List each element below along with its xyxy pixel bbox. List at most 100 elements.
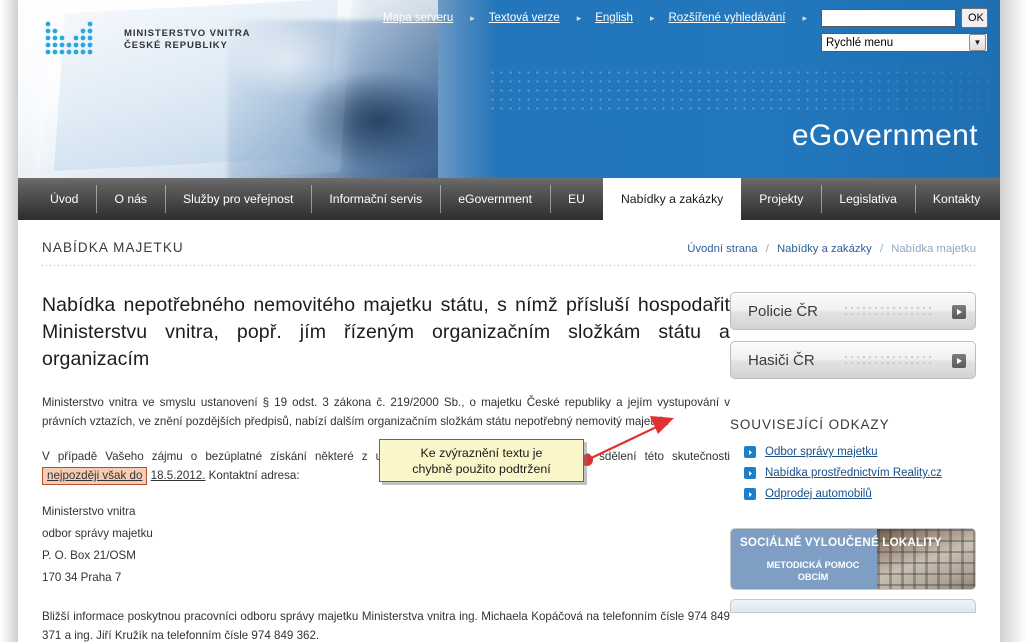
- site-header: eGovernment MINISTERSTVO VNITRA ČESKÉ RE…: [18, 0, 1000, 178]
- content-columns: Nabídka nepotřebného nemovitého majetku …: [42, 266, 976, 642]
- chevron-down-icon[interactable]: ▼: [969, 34, 986, 51]
- site-container: eGovernment MINISTERSTVO VNITRA ČESKÉ RE…: [18, 0, 1000, 642]
- utility-links: Mapa serveru ▸ Textová verze ▸ English ▸…: [383, 8, 807, 24]
- breadcrumb-item-uvodni-strana[interactable]: Úvodní strana: [687, 243, 757, 255]
- breadcrumb-separator-1: /: [765, 243, 769, 255]
- sidebar-related-links: Odbor správy majetku Nabídka prostřednic…: [730, 446, 976, 500]
- nav-item-o-nas-label: O nás: [114, 192, 147, 206]
- ministry-logo-icon: [42, 18, 114, 62]
- address-line-4: 170 34 Praha 7: [42, 571, 122, 584]
- sidebar-link-row-1[interactable]: Odbor správy majetku: [744, 446, 976, 458]
- sidebar-button-policie-cr-label: Policie ČR: [748, 302, 819, 320]
- sidebar-button-dots-1: [843, 305, 935, 319]
- address-line-1: Ministerstvo vnitra: [42, 505, 136, 518]
- browser-page: eGovernment MINISTERSTVO VNITRA ČESKÉ RE…: [0, 0, 1028, 642]
- search-input[interactable]: [821, 9, 956, 27]
- nav-item-o-nas[interactable]: O nás: [96, 178, 165, 220]
- address-line-3: P. O. Box 21/OSM: [42, 549, 136, 562]
- nav-item-nabidky-label: Nabídky a zakázky: [620, 192, 724, 206]
- link-rozsirene-vyhledavani[interactable]: Rozšířené vyhledávání: [668, 12, 785, 24]
- chevron-right-icon-4: ▸: [802, 12, 807, 23]
- nav-item-legislativa[interactable]: Legislativa: [821, 178, 915, 220]
- nav-item-informacni-servis[interactable]: Informační servis: [311, 178, 440, 220]
- page-title: NABÍDKA MAJETKU: [42, 240, 184, 255]
- page-gutter-right: [1000, 0, 1028, 642]
- link-english[interactable]: English: [595, 12, 633, 24]
- article-heading: Nabídka nepotřebného nemovitého majetku …: [42, 294, 730, 370]
- page-content: NABÍDKA MAJETKU Úvodní strana / Nabídky …: [18, 220, 1000, 642]
- annotation-line-2: chybně použito podtržení: [412, 461, 551, 476]
- arrow-right-icon-2[interactable]: [952, 354, 966, 368]
- sidebar-link-row-2[interactable]: Nabídka prostřednictvím Reality.cz: [744, 467, 976, 479]
- nav-item-sluzby-pro-verejnost[interactable]: Služby pro veřejnost: [164, 178, 311, 220]
- bullet-arrow-icon-2: [744, 467, 756, 479]
- article-paragraph-1: Ministerstvo vnitra ve smyslu ustanovení…: [42, 396, 730, 428]
- header-search-area: OK Rychlé menu ▼: [821, 8, 988, 52]
- nav-item-projekty-label: Projekty: [759, 192, 804, 206]
- highlighted-underlined-link[interactable]: nejpozději však do: [42, 467, 148, 485]
- sidebar-banner-socialne-vyloucene-lokality[interactable]: SOCIÁLNĚ VYLOUČENÉ LOKALITY METODICKÁ PO…: [730, 528, 976, 590]
- address-line-2: odbor správy majetku: [42, 527, 153, 540]
- search-ok-button[interactable]: OK: [961, 8, 988, 28]
- nav-item-eu[interactable]: EU: [550, 178, 603, 220]
- sidebar-link-row-3[interactable]: Odprodej automobilů: [744, 488, 976, 500]
- breadcrumb-separator-2: /: [879, 243, 884, 255]
- chevron-right-icon-1: ▸: [470, 12, 475, 23]
- bullet-arrow-icon-1: [744, 446, 756, 458]
- sidebar: Policie ČR Hasiči ČR SOUVISEJÍCÍ ODKAZY …: [730, 292, 976, 642]
- nav-item-uvod-label: Úvod: [50, 192, 79, 206]
- nav-item-projekty[interactable]: Projekty: [741, 178, 821, 220]
- banner-subtitle: METODICKÁ POMOC OBCÍM: [766, 560, 860, 582]
- sidebar-banner-secondary[interactable]: [730, 599, 976, 613]
- nav-item-legislativa-label: Legislativa: [839, 192, 897, 206]
- nav-item-nabidky-a-zakazky[interactable]: Nabídky a zakázky: [602, 178, 742, 220]
- logo-line-2: ČESKÉ REPUBLIKY: [124, 40, 228, 51]
- ministry-logo-text: MINISTERSTVO VNITRA ČESKÉ REPUBLIKY: [124, 28, 250, 52]
- nav-item-kontakty[interactable]: Kontakty: [914, 178, 998, 220]
- article-paragraph-2-after: Kontaktní adresa:: [208, 469, 300, 482]
- header-utility-bar: Mapa serveru ▸ Textová verze ▸ English ▸…: [383, 8, 1000, 52]
- sidebar-link-odbor-spravy-majetku[interactable]: Odbor správy majetku: [765, 446, 878, 458]
- breadcrumb: Úvodní strana / Nabídky a zakázky / Nabí…: [687, 243, 976, 255]
- arrow-right-icon-1[interactable]: [952, 305, 966, 319]
- main-column: Nabídka nepotřebného nemovitého majetku …: [42, 292, 730, 642]
- nav-item-egovernment-label: eGovernment: [458, 192, 533, 206]
- sidebar-link-odprodej-automobilu[interactable]: Odprodej automobilů: [765, 488, 872, 500]
- nav-item-sluzby-label: Služby pro veřejnost: [182, 192, 294, 206]
- breadcrumb-current: Nabídka majetku: [891, 243, 976, 255]
- logo-line-1: MINISTERSTVO VNITRA: [124, 28, 251, 39]
- sidebar-link-nabidka-reality[interactable]: Nabídka prostřednictvím Reality.cz: [765, 467, 942, 479]
- nav-item-kontakty-label: Kontakty: [932, 192, 981, 206]
- breadcrumb-item-nabidky-a-zakazky[interactable]: Nabídky a zakázky: [777, 243, 872, 255]
- header-dot-pattern: [488, 68, 993, 110]
- contact-address-block: Ministerstvo vnitra odbor správy majetku…: [42, 501, 730, 589]
- banner-title: SOCIÁLNĚ VYLOUČENÉ LOKALITY: [740, 536, 942, 549]
- link-textova-verze[interactable]: Textová verze: [489, 12, 560, 24]
- site-logo[interactable]: MINISTERSTVO VNITRA ČESKÉ REPUBLIKY: [42, 18, 250, 62]
- bullet-arrow-icon-3: [744, 488, 756, 500]
- quick-menu-selected-label: Rychlé menu: [826, 36, 894, 49]
- nav-item-egovernment[interactable]: eGovernment: [440, 178, 550, 220]
- header-section-title: eGovernment: [791, 119, 978, 152]
- link-rozsirene-vyhledavani-label: Rozšířené vyhledávání: [668, 12, 786, 24]
- page-title-row: NABÍDKA MAJETKU Úvodní strana / Nabídky …: [42, 220, 976, 261]
- annotation-callout: Ke zvýraznění textu je chybně použito po…: [379, 439, 584, 482]
- sidebar-button-policie-cr[interactable]: Policie ČR: [730, 292, 976, 330]
- nav-item-uvod[interactable]: Úvod: [32, 178, 96, 220]
- main-navigation: Úvod O nás Služby pro veřejnost Informač…: [18, 178, 1000, 220]
- nav-left-pad: [18, 178, 32, 220]
- page-gutter-left: [0, 0, 18, 642]
- link-mapa-serveru[interactable]: Mapa serveru: [383, 12, 453, 24]
- article-deadline-date: 18.5.2012.: [150, 469, 206, 482]
- chevron-right-icon-3: ▸: [649, 12, 655, 23]
- quick-menu-select[interactable]: Rychlé menu ▼: [821, 33, 988, 52]
- link-english-label: English: [595, 12, 633, 24]
- annotation-text: Ke zvýraznění textu je chybně použito po…: [412, 445, 550, 477]
- annotation-line-1: Ke zvýraznění textu je: [420, 445, 543, 460]
- sidebar-button-hasici-cr[interactable]: Hasiči ČR: [730, 341, 976, 379]
- nav-item-eu-label: EU: [568, 192, 585, 206]
- link-mapa-serveru-label: Mapa serveru: [382, 12, 454, 24]
- search-row: OK: [821, 8, 988, 28]
- sidebar-related-links-heading: SOUVISEJÍCÍ ODKAZY: [730, 417, 890, 432]
- chevron-right-icon-2: ▸: [576, 12, 582, 23]
